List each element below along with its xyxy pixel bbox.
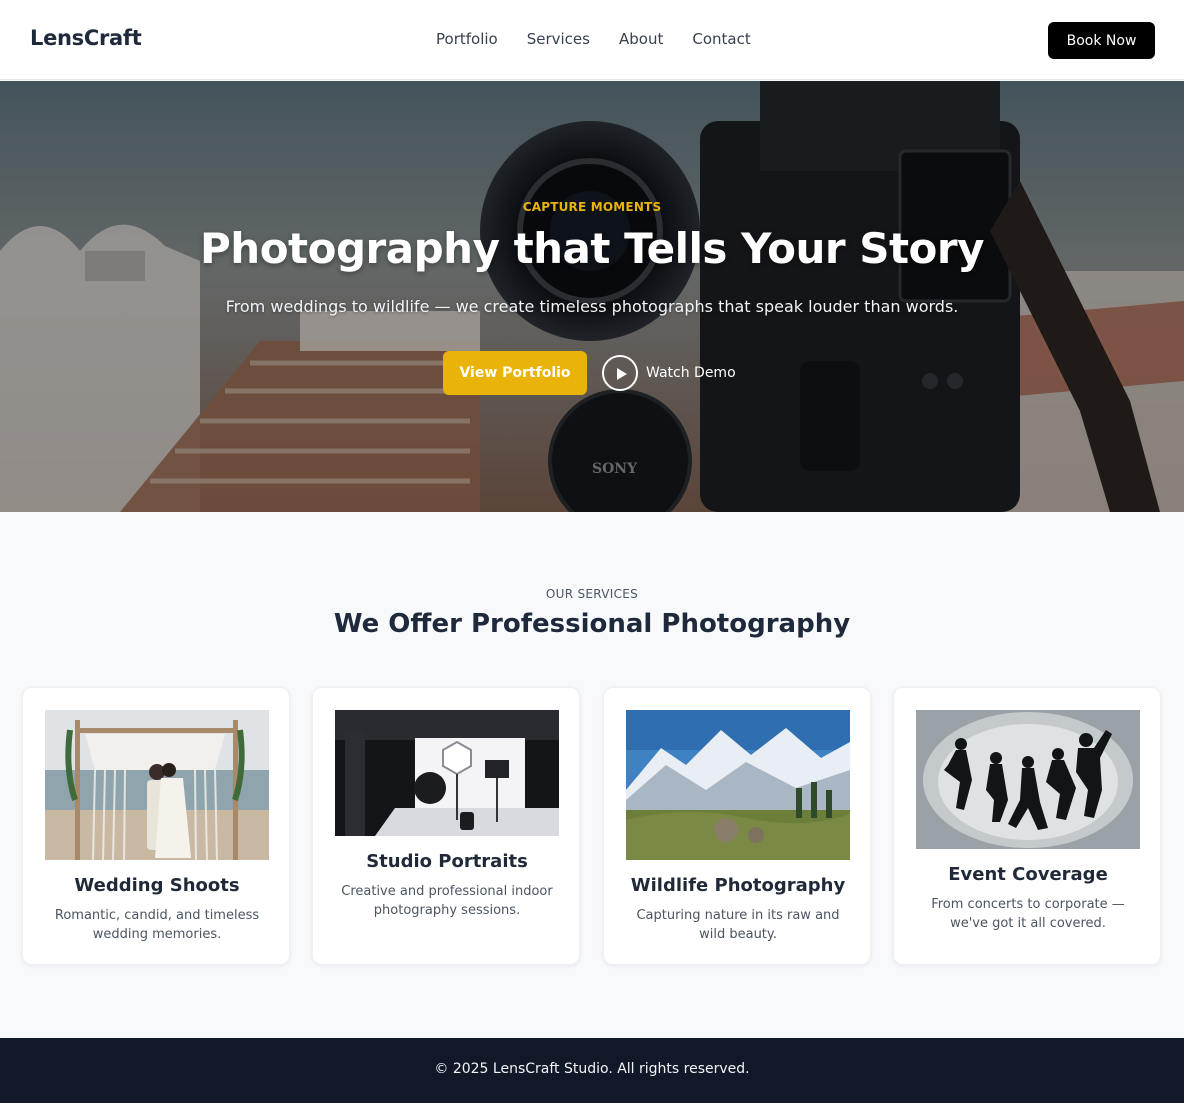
- nav-link-about[interactable]: About: [619, 30, 663, 48]
- hero-section: SONY CAPTURE MOMENTS Photography that Te…: [0, 81, 1184, 512]
- service-card-title: Wedding Shoots: [74, 875, 240, 896]
- service-card-description: Capturing nature in its raw and wild bea…: [636, 908, 840, 942]
- service-card-events[interactable]: Event Coverage From concerts to corporat…: [893, 687, 1161, 965]
- studio-photo: [335, 710, 559, 836]
- service-card-wedding[interactable]: Wedding Shoots Romantic, candid, and tim…: [22, 687, 290, 965]
- wildlife-photo: [626, 710, 850, 860]
- nav-link-portfolio[interactable]: Portfolio: [436, 30, 498, 48]
- book-now-button[interactable]: Book Now: [1048, 22, 1155, 59]
- watch-demo-button[interactable]: Watch Demo: [602, 354, 736, 392]
- hero-title: Photography that Tells Your Story: [200, 224, 984, 273]
- service-card-description: Creative and professional indoor photogr…: [341, 884, 553, 918]
- service-card-description: Romantic, candid, and timeless wedding m…: [54, 908, 260, 942]
- play-icon: [602, 355, 638, 391]
- site-footer: © 2025 LensCraft Studio. All rights rese…: [0, 1038, 1184, 1103]
- view-portfolio-button[interactable]: View Portfolio: [443, 351, 587, 395]
- hero-kicker: CAPTURE MOMENTS: [522, 200, 662, 214]
- service-card-title: Wildlife Photography: [630, 875, 846, 896]
- nav-links: Portfolio Services About Contact: [436, 30, 751, 48]
- services-kicker: OUR SERVICES: [545, 587, 639, 601]
- service-card-description: From concerts to corporate — we've got i…: [931, 897, 1125, 931]
- nav-link-services[interactable]: Services: [527, 30, 590, 48]
- service-card-title: Event Coverage: [948, 864, 1108, 885]
- watch-demo-label: Watch Demo: [646, 365, 736, 381]
- top-navbar: LensCraft Portfolio Services About Conta…: [0, 0, 1184, 80]
- wedding-photo: [45, 710, 269, 860]
- service-card-wildlife[interactable]: Wildlife Photography Capturing nature in…: [603, 687, 871, 965]
- brand-logo[interactable]: LensCraft: [30, 26, 142, 50]
- hero-subtitle: From weddings to wildlife — we create ti…: [225, 297, 959, 316]
- nav-link-contact[interactable]: Contact: [692, 30, 750, 48]
- service-card-studio[interactable]: Studio Portraits Creative and profession…: [312, 687, 580, 965]
- event-photo: [916, 710, 1140, 849]
- service-card-title: Studio Portraits: [366, 851, 528, 872]
- footer-copyright: © 2025 LensCraft Studio. All rights rese…: [434, 1061, 750, 1077]
- services-title: We Offer Professional Photography: [333, 609, 851, 639]
